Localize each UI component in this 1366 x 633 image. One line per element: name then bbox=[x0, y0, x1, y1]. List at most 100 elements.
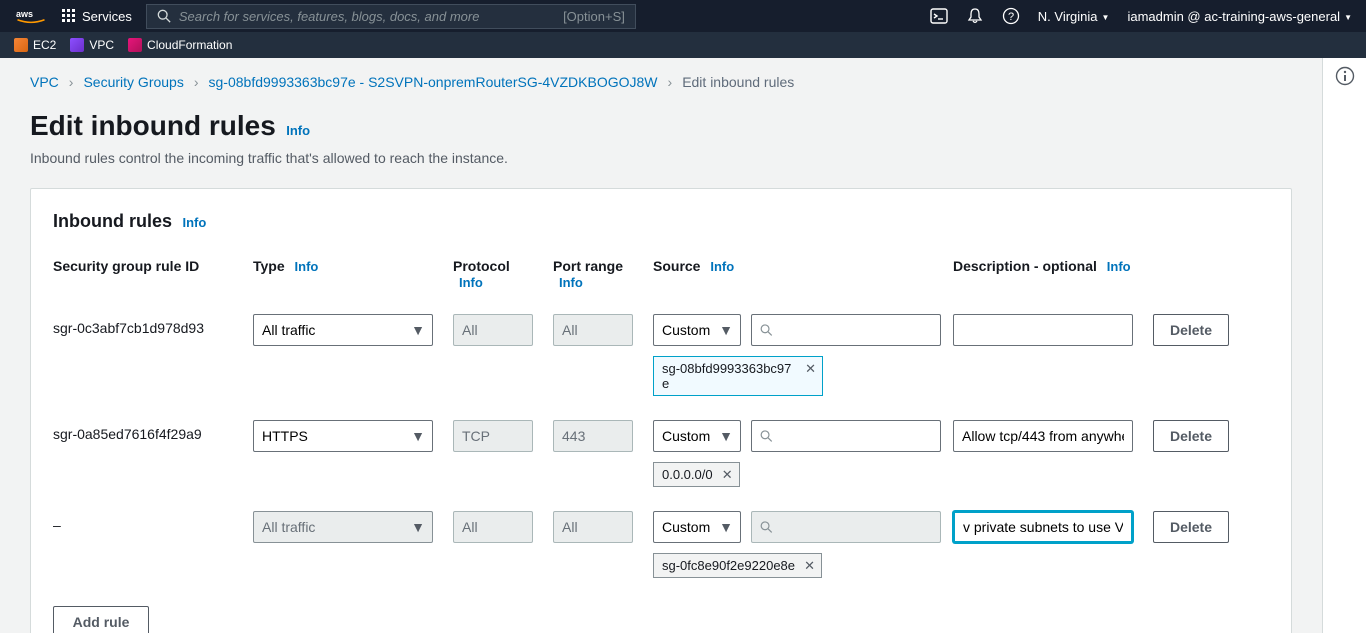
source-mode-select[interactable]: Custom▼ bbox=[653, 511, 741, 543]
type-value: All traffic bbox=[262, 322, 315, 338]
description-field[interactable] bbox=[953, 511, 1133, 543]
chevron-down-icon: ▼ bbox=[712, 512, 740, 542]
add-rule-button[interactable]: Add rule bbox=[53, 606, 149, 633]
source-input[interactable] bbox=[779, 322, 933, 338]
source-mode-value: Custom bbox=[662, 428, 710, 444]
th-type: Type Info bbox=[253, 258, 453, 290]
source-mode-value: Custom bbox=[662, 322, 710, 338]
th-id: Security group rule ID bbox=[53, 258, 253, 290]
th-desc-info[interactable]: Info bbox=[1107, 259, 1131, 274]
delete-button[interactable]: Delete bbox=[1153, 314, 1229, 346]
rule-id: sgr-0a85ed7616f4f29a9 bbox=[53, 420, 253, 442]
th-source: Source Info bbox=[653, 258, 953, 290]
search-shortcut: [Option+S] bbox=[563, 9, 625, 24]
source-mode-select[interactable]: Custom▼ bbox=[653, 314, 741, 346]
protocol-field: TCP bbox=[453, 420, 533, 452]
notifications-icon[interactable] bbox=[966, 7, 984, 25]
chevron-right-icon: › bbox=[194, 74, 199, 90]
chevron-down-icon: ▼ bbox=[404, 421, 432, 451]
rule-id: sgr-0c3abf7cb1d978d93 bbox=[53, 314, 253, 336]
description-input[interactable] bbox=[962, 322, 1124, 338]
chevron-down-icon: ▼ bbox=[404, 512, 432, 542]
description-input[interactable] bbox=[962, 428, 1124, 444]
type-value: All traffic bbox=[262, 519, 315, 535]
services-link[interactable]: Services bbox=[82, 9, 132, 24]
chevron-down-icon: ▼ bbox=[712, 421, 740, 451]
cfn-icon bbox=[128, 38, 142, 52]
source-token-text: sg-0fc8e90f2e9220e8e bbox=[662, 558, 795, 573]
breadcrumb-security-groups[interactable]: Security Groups bbox=[83, 74, 183, 90]
table-row: sgr-0c3abf7cb1d978d93All traffic▼AllAllC… bbox=[53, 302, 1269, 408]
breadcrumb-current: Edit inbound rules bbox=[682, 74, 794, 90]
source-search[interactable] bbox=[751, 314, 941, 346]
global-nav: aws Services Search for services, featur… bbox=[0, 0, 1366, 32]
info-panel-icon[interactable] bbox=[1335, 66, 1355, 86]
breadcrumb-vpc[interactable]: VPC bbox=[30, 74, 59, 90]
remove-token-icon[interactable]: ✕ bbox=[804, 558, 815, 574]
type-select: All traffic ▼ bbox=[253, 511, 433, 543]
type-value: HTTPS bbox=[262, 428, 308, 444]
source-search[interactable] bbox=[751, 511, 941, 543]
th-source-info[interactable]: Info bbox=[710, 259, 734, 274]
chevron-right-icon: › bbox=[69, 74, 74, 90]
page-subtitle: Inbound rules control the incoming traff… bbox=[30, 150, 1292, 166]
table-row: sgr-0a85ed7616f4f29a9HTTPS▼TCP443Custom▼… bbox=[53, 408, 1269, 499]
th-description: Description - optional Info bbox=[953, 258, 1153, 290]
th-type-info[interactable]: Info bbox=[295, 259, 319, 274]
services-grid-icon[interactable] bbox=[62, 9, 76, 23]
fav-vpc[interactable]: VPC bbox=[70, 38, 114, 52]
source-token: sg-08bfd9993363bc97e ✕ bbox=[653, 356, 823, 396]
account-menu[interactable]: iamadmin @ ac-training-aws-general bbox=[1127, 9, 1352, 24]
breadcrumb-security-group[interactable]: sg-08bfd9993363bc97e - S2SVPN-onpremRout… bbox=[209, 74, 658, 90]
rules-table: Security group rule ID Type Info Protoco… bbox=[53, 250, 1269, 590]
source-mode-value: Custom bbox=[662, 519, 710, 535]
side-info-panel bbox=[1322, 58, 1366, 633]
th-port: Port rangeInfo bbox=[553, 258, 653, 290]
source-search[interactable] bbox=[751, 420, 941, 452]
source-token-text: sg-08bfd9993363bc97e bbox=[662, 361, 796, 391]
chevron-down-icon: ▼ bbox=[712, 315, 740, 345]
help-icon[interactable]: ? bbox=[1002, 7, 1020, 25]
breadcrumb: VPC › Security Groups › sg-08bfd9993363b… bbox=[30, 74, 1292, 90]
page-info-link[interactable]: Info bbox=[286, 123, 310, 138]
table-header-row: Security group rule ID Type Info Protoco… bbox=[53, 250, 1269, 302]
aws-logo[interactable]: aws bbox=[14, 7, 48, 25]
source-input[interactable] bbox=[779, 428, 933, 444]
svg-text:?: ? bbox=[1008, 11, 1014, 23]
th-protocol-info[interactable]: Info bbox=[459, 275, 483, 290]
th-port-info[interactable]: Info bbox=[559, 275, 583, 290]
table-row: –All traffic▼AllAllCustom▼sg-0fc8e90f2e9… bbox=[53, 499, 1269, 590]
global-search[interactable]: Search for services, features, blogs, do… bbox=[146, 4, 636, 29]
source-input[interactable] bbox=[779, 519, 933, 535]
panel-info-link[interactable]: Info bbox=[182, 215, 206, 230]
search-icon bbox=[760, 429, 773, 443]
cloudshell-icon[interactable] bbox=[930, 7, 948, 25]
panel-title: Inbound rules bbox=[53, 211, 172, 231]
fav-ec2[interactable]: EC2 bbox=[14, 38, 56, 52]
description-field[interactable] bbox=[953, 420, 1133, 452]
search-icon bbox=[760, 323, 773, 337]
port-field: All bbox=[553, 511, 633, 543]
description-field[interactable] bbox=[953, 314, 1133, 346]
delete-button[interactable]: Delete bbox=[1153, 420, 1229, 452]
type-select[interactable]: All traffic ▼ bbox=[253, 314, 433, 346]
source-token: 0.0.0.0/0✕ bbox=[653, 462, 740, 487]
page-content: VPC › Security Groups › sg-08bfd9993363b… bbox=[0, 58, 1322, 633]
search-icon bbox=[157, 9, 171, 23]
region-selector[interactable]: N. Virginia bbox=[1038, 9, 1110, 24]
type-select[interactable]: HTTPS ▼ bbox=[253, 420, 433, 452]
protocol-field: All bbox=[453, 511, 533, 543]
remove-token-icon[interactable]: ✕ bbox=[805, 361, 816, 377]
inbound-rules-panel: Inbound rules Info Security group rule I… bbox=[30, 188, 1292, 633]
description-input[interactable] bbox=[963, 519, 1123, 535]
source-mode-select[interactable]: Custom▼ bbox=[653, 420, 741, 452]
svg-text:aws: aws bbox=[16, 9, 33, 19]
remove-token-icon[interactable]: ✕ bbox=[722, 467, 733, 483]
fav-vpc-label: VPC bbox=[89, 38, 114, 52]
fav-cfn-label: CloudFormation bbox=[147, 38, 232, 52]
delete-button[interactable]: Delete bbox=[1153, 511, 1229, 543]
protocol-field: All bbox=[453, 314, 533, 346]
vpc-icon bbox=[70, 38, 84, 52]
fav-cfn[interactable]: CloudFormation bbox=[128, 38, 232, 52]
chevron-down-icon: ▼ bbox=[404, 315, 432, 345]
